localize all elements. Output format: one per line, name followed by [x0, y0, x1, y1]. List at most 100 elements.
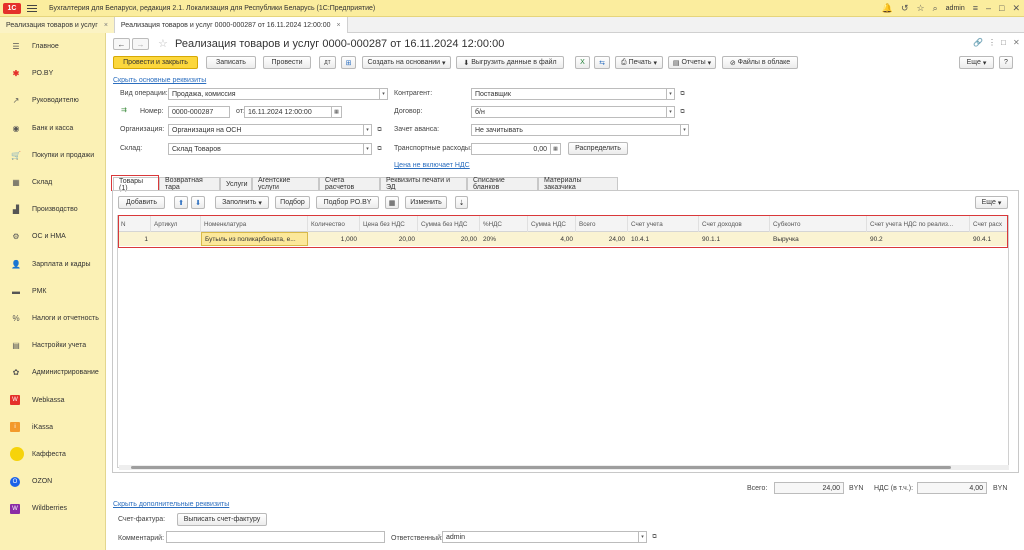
date-field[interactable]: 16.11.2024 12:00:00	[244, 106, 332, 118]
selection-ro-button[interactable]: Подбор РО.BY	[316, 196, 379, 209]
sidebar-item-ozon[interactable]: O OZON	[0, 468, 105, 495]
warehouse-open-icon[interactable]: ⧉	[375, 144, 384, 154]
post-button[interactable]: Провести	[263, 56, 311, 69]
window-tab-list[interactable]: Реализация товаров и услуг ×	[0, 17, 115, 33]
dt-kt-icon[interactable]: ДТ	[319, 56, 336, 69]
sidebar-item-assets[interactable]: ⚙ ОС и НМА	[0, 223, 105, 250]
number-field[interactable]: 0000-000287	[168, 106, 230, 118]
sidebar-item-rmk[interactable]: ▬ РМК	[0, 278, 105, 305]
star-icon[interactable]: ☆	[917, 0, 925, 17]
responsible-open-icon[interactable]: ⧉	[650, 532, 659, 542]
table-more-button[interactable]: Еще ▾	[975, 196, 1008, 209]
sidebar-item-warehouse[interactable]: ▦ Склад	[0, 169, 105, 196]
responsible-dropdown[interactable]: ▾	[639, 531, 647, 543]
sidebar-item-ikassa[interactable]: i iKassa	[0, 414, 105, 441]
barcode-icon[interactable]: ▦	[385, 196, 399, 209]
fill-button[interactable]: Заполнить ▾	[215, 196, 269, 209]
tab-forms-writeoff[interactable]: Списание бланков	[467, 177, 538, 191]
sidebar-item-main[interactable]: ☰ Главное	[0, 33, 105, 60]
maximize-icon[interactable]: □	[999, 0, 1004, 17]
settings-menu-icon[interactable]: ≡	[973, 0, 978, 17]
add-row-button[interactable]: Добавить	[118, 196, 165, 209]
change-button[interactable]: Изменить	[405, 196, 447, 209]
tab-customer-materials[interactable]: Материалы заказчика	[538, 177, 618, 191]
post-and-close-button[interactable]: Провести и закрыть	[113, 56, 198, 69]
close-tab-icon[interactable]: ×	[104, 22, 108, 29]
counterparty-dropdown[interactable]: ▾	[667, 88, 675, 100]
issue-invoice-button[interactable]: Выписать счет-фактуру	[177, 513, 267, 526]
calculator-icon[interactable]: ▦	[551, 143, 561, 155]
numbering-icon[interactable]: ⇉	[121, 106, 127, 114]
contract-field[interactable]: б/н	[471, 106, 667, 118]
hide-extra-details-link[interactable]: Скрыть дополнительные реквизиты	[113, 501, 229, 508]
contract-dropdown[interactable]: ▾	[667, 106, 675, 118]
search-icon[interactable]: ⌕	[933, 0, 938, 17]
organization-open-icon[interactable]: ⧉	[375, 125, 384, 135]
import-icon[interactable]: ⇣	[455, 196, 468, 209]
organization-field[interactable]: Организация на ОСН	[168, 124, 364, 136]
operation-field[interactable]: Продажа, комиссия	[168, 88, 380, 100]
main-menu-icon[interactable]	[27, 4, 37, 12]
responsible-field[interactable]: admin	[442, 531, 639, 543]
sidebar-item-taxes[interactable]: % Налоги и отчетность	[0, 305, 105, 332]
sidebar-item-accounting-settings[interactable]: ▤ Настройки учета	[0, 332, 105, 359]
hide-main-details-link[interactable]: Скрыть основные реквизиты	[113, 77, 206, 84]
sidebar-item-wildberries[interactable]: W Wildberries	[0, 495, 105, 522]
print-button[interactable]: ⎙ Печать ▾	[615, 56, 663, 69]
warehouse-dropdown[interactable]: ▾	[364, 143, 372, 155]
sidebar-item-webkassa[interactable]: W Webkassa	[0, 386, 105, 413]
forward-button[interactable]: →	[132, 38, 149, 50]
sidebar-item-sales[interactable]: 🛒 Покупки и продажи	[0, 142, 105, 169]
more-options-icon[interactable]: ⋮	[988, 38, 996, 47]
more-button[interactable]: Еще ▾	[959, 56, 994, 69]
comment-field[interactable]	[166, 531, 385, 543]
bell-icon[interactable]: 🔔	[882, 0, 893, 17]
save-button[interactable]: Записать	[206, 56, 256, 69]
sidebar-item-kaffesta[interactable]: Каффеста	[0, 441, 105, 468]
create-based-on-button[interactable]: Создать на основании ▾	[362, 56, 451, 69]
warehouse-field[interactable]: Склад Товаров	[168, 143, 364, 155]
cloud-files-button[interactable]: ⊘ Файлы в облаке	[722, 56, 798, 69]
reports-button[interactable]: ▤ Отчеты ▾	[668, 56, 716, 69]
form-close-icon[interactable]: ✕	[1013, 38, 1020, 47]
window-tab-document[interactable]: Реализация товаров и услуг 0000-000287 о…	[114, 17, 348, 33]
advance-field[interactable]: Не зачитывать	[471, 124, 681, 136]
tab-returnable-containers[interactable]: Возвратная тара	[159, 177, 220, 191]
link-icon[interactable]: 🔗	[973, 38, 983, 47]
window-restore-icon[interactable]: □	[1001, 38, 1006, 47]
counterparty-field[interactable]: Поставщик	[471, 88, 667, 100]
back-button[interactable]: ←	[113, 38, 130, 50]
tab-print-details[interactable]: Реквизиты печати и ЭД	[380, 177, 467, 191]
structure-icon[interactable]: ⊞	[341, 56, 356, 69]
history-icon[interactable]: ↺	[901, 0, 909, 17]
tab-services[interactable]: Услуги	[220, 177, 252, 190]
tab-agent-services[interactable]: Агентские услуги	[252, 177, 319, 191]
excel-icon[interactable]: X	[575, 56, 590, 69]
distribute-button[interactable]: Распределить	[568, 142, 628, 155]
sidebar-item-ro[interactable]: ✱ РО.BY	[0, 60, 105, 87]
transport-field[interactable]: 0,00	[471, 143, 551, 155]
sidebar-item-admin[interactable]: ✿ Администрирование	[0, 359, 105, 386]
sidebar-item-bank[interactable]: ◉ Банк и касса	[0, 115, 105, 142]
export-to-file-button[interactable]: ⬇ Выгрузить данные в файл	[456, 56, 564, 69]
table-horizontal-scrollbar[interactable]	[119, 465, 1009, 470]
favorite-star-icon[interactable]: ☆	[158, 37, 168, 50]
advance-dropdown[interactable]: ▾	[681, 124, 689, 136]
calendar-icon[interactable]: ▦	[332, 106, 342, 118]
organization-dropdown[interactable]: ▾	[364, 124, 372, 136]
contract-open-icon[interactable]: ⧉	[678, 107, 687, 117]
send-icon[interactable]: ⇆	[594, 56, 610, 69]
vat-mode-link[interactable]: Цена не включает НДС	[394, 162, 470, 169]
close-icon[interactable]: ✕	[1012, 0, 1020, 17]
user-name[interactable]: admin	[946, 5, 965, 12]
operation-dropdown[interactable]: ▾	[380, 88, 388, 100]
close-tab-icon[interactable]: ×	[337, 22, 341, 29]
sidebar-item-salary[interactable]: 👤 Зарплата и кадры	[0, 251, 105, 278]
move-up-icon[interactable]: ⬆	[174, 196, 188, 209]
minimize-icon[interactable]: –	[986, 0, 991, 17]
tab-settlement-accounts[interactable]: Счета расчетов	[319, 177, 380, 191]
sidebar-item-director[interactable]: ↗ Руководителю	[0, 87, 105, 114]
selection-button[interactable]: Подбор	[275, 196, 310, 209]
scrollbar-thumb[interactable]	[131, 466, 951, 469]
move-down-icon[interactable]: ⬇	[191, 196, 205, 209]
